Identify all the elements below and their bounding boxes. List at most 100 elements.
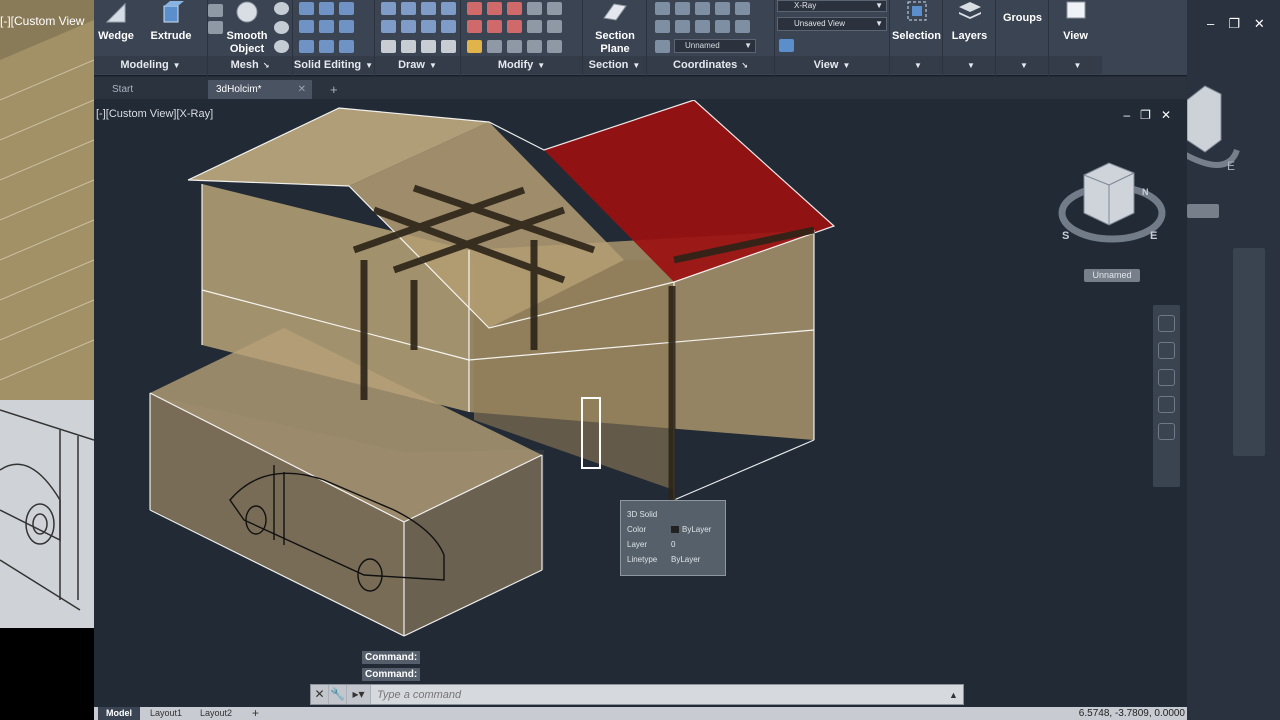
extrude-button[interactable]: Extrude — [146, 0, 196, 43]
line-icon[interactable] — [381, 2, 396, 15]
extract-edges-icon[interactable] — [299, 40, 314, 53]
rectangle-icon[interactable] — [401, 40, 416, 53]
modeling-panel-title[interactable]: Modeling ▼ — [94, 56, 207, 74]
viewport-minimize-icon[interactable]: – — [1123, 108, 1130, 122]
ellipse-icon[interactable] — [401, 20, 416, 33]
close-command-icon[interactable]: ✕ — [311, 685, 329, 704]
mesh-tool-icon[interactable] — [208, 21, 223, 34]
mesh-panel-title[interactable]: Mesh ↘ — [208, 56, 292, 74]
coordinates-panel-title[interactable]: Coordinates ↘ — [647, 56, 774, 74]
separate-icon[interactable] — [339, 40, 354, 53]
offset-icon[interactable] — [467, 40, 482, 53]
command-history-toggle-icon[interactable]: ▲ — [949, 690, 963, 700]
ucs-object-icon[interactable] — [655, 20, 670, 33]
pan-icon[interactable] — [1158, 342, 1175, 359]
array-icon[interactable] — [487, 40, 502, 53]
union-icon[interactable] — [299, 2, 314, 15]
ucs-dropdown[interactable]: Unnamed ▼ — [674, 39, 756, 53]
customize-wrench-icon[interactable]: 🔧 — [329, 685, 347, 704]
region-icon[interactable] — [421, 40, 436, 53]
showmotion-icon[interactable] — [1158, 423, 1175, 440]
viewport-restore-icon[interactable]: ❐ — [1140, 108, 1151, 122]
groups-button[interactable]: Groups — [996, 12, 1049, 25]
named-view-dropdown[interactable]: Unsaved View ▼ — [777, 17, 887, 31]
fillet-icon[interactable] — [507, 20, 522, 33]
compass-north[interactable]: N — [1142, 187, 1149, 197]
tab-layout1[interactable]: Layout1 — [142, 707, 190, 720]
new-tab-button[interactable]: + — [322, 80, 346, 99]
3d-move-icon[interactable] — [527, 40, 542, 53]
restore-icon[interactable]: ❐ — [1228, 16, 1240, 32]
copy-icon[interactable] — [467, 20, 482, 33]
intersect-icon[interactable] — [339, 2, 354, 15]
ucs-view-icon[interactable] — [675, 20, 690, 33]
mesh-icon[interactable] — [274, 21, 289, 34]
offset-edge-icon[interactable] — [319, 40, 334, 53]
mesh-tool-icon[interactable] — [208, 4, 223, 17]
thicken-icon[interactable] — [319, 20, 334, 33]
viewcube[interactable]: S E N — [1054, 155, 1174, 255]
drawing-viewport[interactable]: [-][Custom View][X-Ray] – ❐ ✕ S E N Unna… — [94, 100, 1187, 706]
compass-east[interactable]: E — [1150, 230, 1157, 242]
view-button[interactable]: View — [1049, 0, 1102, 43]
ucs-world-icon[interactable] — [675, 2, 690, 15]
selection-panel-expand[interactable]: ▼ — [890, 56, 942, 74]
hatch-icon[interactable] — [421, 20, 436, 33]
section-panel-title[interactable]: Section ▼ — [583, 56, 646, 74]
groups-panel-expand[interactable]: ▼ — [996, 56, 1048, 74]
ucs-3point-icon[interactable] — [695, 2, 710, 15]
minimize-icon[interactable]: – — [1207, 16, 1214, 32]
scale-icon[interactable] — [547, 20, 562, 33]
coordinate-readout[interactable]: 6.5748, -3.7809, 0.0000 — [1078, 707, 1187, 720]
viewport-label[interactable]: [-][Custom View][X-Ray] — [96, 108, 213, 120]
viewport-config-icon[interactable] — [779, 39, 794, 52]
spline-icon[interactable] — [381, 20, 396, 33]
explode-icon[interactable] — [547, 2, 562, 15]
command-input[interactable] — [371, 685, 949, 704]
ucs-origin-icon[interactable] — [695, 20, 710, 33]
solid-editing-panel-title[interactable]: Solid Editing ▼ — [293, 56, 374, 74]
move-icon[interactable] — [467, 2, 482, 15]
view-panel-title[interactable]: View ▼ — [775, 56, 889, 74]
viewport-close-icon[interactable]: ✕ — [1161, 108, 1171, 122]
section-plane-button[interactable]: Section Plane — [587, 0, 643, 56]
stretch-icon[interactable] — [527, 20, 542, 33]
interfere-icon[interactable] — [339, 20, 354, 33]
polyline-icon[interactable] — [401, 2, 416, 15]
tab-model[interactable]: Model — [98, 707, 140, 720]
compass-south[interactable]: S — [1062, 230, 1069, 242]
tab-layout2[interactable]: Layout2 — [192, 707, 240, 720]
align-icon[interactable] — [507, 40, 522, 53]
mesh-icon[interactable] — [274, 40, 289, 53]
rotate-icon[interactable] — [487, 2, 502, 15]
view-tools-panel-expand[interactable]: ▼ — [1049, 56, 1102, 74]
tab-start[interactable]: Start — [104, 80, 141, 99]
ucs-y-icon[interactable] — [715, 20, 730, 33]
close-icon[interactable]: ✕ — [1254, 16, 1265, 32]
trim-icon[interactable] — [507, 2, 522, 15]
zoom-extents-icon[interactable] — [1158, 369, 1175, 386]
tab-3dholcim[interactable]: 3dHolcim* ✕ — [208, 80, 312, 99]
circle-icon[interactable] — [421, 2, 436, 15]
3d-rotate-icon[interactable] — [547, 40, 562, 53]
point-icon[interactable] — [441, 20, 456, 33]
command-prompt-icon[interactable]: ▸▾ — [347, 685, 371, 704]
ucs-z-icon[interactable] — [735, 20, 750, 33]
house-3d-model[interactable] — [94, 100, 1187, 706]
ucs-icon[interactable] — [655, 2, 670, 15]
ucs-menu-label[interactable]: Unnamed — [1084, 269, 1140, 282]
mirror-icon[interactable] — [487, 20, 502, 33]
selection-button[interactable]: Selection — [890, 0, 943, 43]
erase-icon[interactable] — [527, 2, 542, 15]
layers-panel-expand[interactable]: ▼ — [943, 56, 995, 74]
orbit-icon[interactable] — [1158, 396, 1175, 413]
ucs-icon-toggle[interactable] — [655, 39, 670, 53]
ucs-face-icon[interactable] — [735, 2, 750, 15]
modify-panel-title[interactable]: Modify ▼ — [461, 56, 582, 74]
polygon-icon[interactable] — [381, 40, 396, 53]
mesh-icon[interactable] — [274, 2, 289, 15]
ucs-x-icon[interactable] — [715, 2, 730, 15]
boundary-icon[interactable] — [441, 40, 456, 53]
add-layout-button[interactable]: + — [244, 707, 267, 720]
steering-wheel-icon[interactable] — [1158, 315, 1175, 332]
